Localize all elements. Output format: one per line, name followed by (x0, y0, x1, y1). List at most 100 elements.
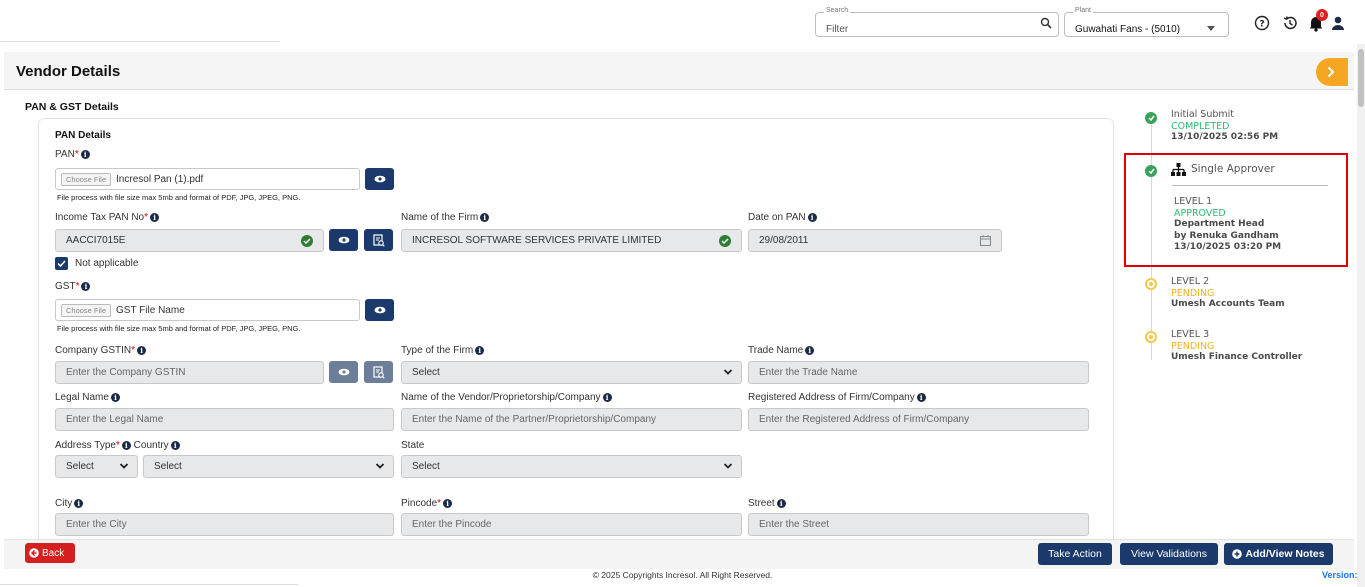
step-date: 13/10/2025 02:56 PM (1171, 132, 1279, 142)
info-icon[interactable]: i (807, 212, 817, 222)
info-icon[interactable]: i (475, 345, 485, 355)
user-icon[interactable] (1328, 13, 1348, 33)
date-on-pan-label-text: Date on PAN (748, 212, 806, 223)
chevron-down-icon (119, 463, 129, 469)
legal-name-input[interactable]: Enter the Legal Name (55, 408, 394, 431)
info-icon[interactable]: i (916, 392, 926, 402)
vendor-name-input[interactable]: Enter the Name of the Partner/Proprietor… (401, 408, 742, 431)
pincode-input[interactable]: Enter the Pincode (401, 513, 742, 536)
document-search-icon (372, 233, 385, 247)
step-status: PENDING (1171, 287, 1215, 299)
notification-badge: 0 (1316, 9, 1328, 21)
info-icon[interactable]: i (110, 392, 120, 402)
reg-address-input[interactable]: Enter the Registered Address of Firm/Com… (748, 408, 1089, 431)
org-chart-icon (1171, 163, 1186, 180)
gstin-label-text: Company GSTIN (55, 345, 132, 356)
step-level: LEVEL 3 (1171, 329, 1210, 340)
info-icon[interactable]: i (805, 345, 815, 355)
info-icon[interactable]: i (137, 345, 147, 355)
pending-circle-icon (1145, 278, 1157, 290)
date-on-pan-value: 29/08/2011 (759, 235, 809, 246)
notification-count: 0 (1320, 11, 1324, 19)
step-status: PENDING (1171, 340, 1215, 352)
view-pan-button[interactable] (365, 168, 394, 190)
info-icon[interactable]: i (80, 149, 90, 159)
search-icon[interactable] (1040, 17, 1052, 32)
info-icon[interactable]: i (443, 498, 453, 508)
history-icon[interactable] (1280, 13, 1300, 33)
state-value: Select (412, 461, 440, 472)
step-date: 13/10/2025 03:20 PM (1174, 242, 1282, 252)
pan-details-title: PAN Details (55, 130, 111, 141)
income-tax-pan-input[interactable]: AACCI7015E (55, 229, 324, 252)
step-role: Department Head (1174, 219, 1265, 229)
verify-gstin-button[interactable] (364, 361, 393, 383)
step-title: Initial Submit (1171, 109, 1235, 120)
view-income-tax-button[interactable] (329, 229, 358, 251)
page-header (4, 52, 1354, 90)
info-icon[interactable]: i (480, 212, 490, 222)
search-input[interactable]: Search Filter (815, 7, 1059, 37)
timeline-step-level2: LEVEL 2 PENDING Umesh Accounts Team (1171, 276, 1285, 311)
info-icon[interactable]: i (170, 440, 180, 450)
footer-copyright: © 2025 Copyrights Incresol. All Right Re… (592, 570, 773, 580)
search-placeholder: Filter (826, 24, 849, 35)
pan-label: PAN* i (55, 149, 90, 160)
pan-label-text: PAN (55, 149, 75, 160)
step-level: LEVEL 2 (1171, 276, 1210, 287)
city-placeholder: Enter the City (66, 519, 127, 530)
choose-file-button[interactable]: Choose File (61, 172, 112, 186)
address-type-label-text: Address Type (55, 440, 116, 451)
back-button[interactable]: Back (25, 543, 75, 563)
step-status: APPROVED (1174, 207, 1226, 219)
address-type-select[interactable]: Select (55, 455, 138, 478)
verified-check-icon (301, 235, 313, 247)
date-on-pan-label: Date on PAN i (748, 212, 817, 223)
eye-icon (338, 236, 349, 244)
gst-file-hint: File process with file size max 5mb and … (57, 324, 301, 333)
info-icon[interactable]: i (150, 212, 160, 222)
info-icon[interactable]: i (776, 498, 786, 508)
info-icon[interactable]: i (602, 392, 612, 402)
gst-file-input[interactable]: Choose File GST File Name (55, 299, 360, 321)
country-select[interactable]: Select (143, 455, 394, 478)
calendar-icon[interactable] (980, 235, 991, 249)
trade-name-label-text: Trade Name (748, 345, 804, 356)
firm-name-input[interactable]: INCRESOL SOFTWARE SERVICES PRIVATE LIMIT… (401, 229, 742, 252)
check-circle-icon (1145, 112, 1157, 124)
not-applicable-checkbox[interactable] (55, 257, 68, 270)
plant-legend: Plant (1073, 7, 1093, 14)
firm-type-select[interactable]: Select (401, 361, 742, 384)
expand-panel-button[interactable] (1316, 58, 1348, 86)
vertical-scrollbar[interactable] (1357, 44, 1365, 587)
plant-value: Guwahati Fans - (5010) (1075, 24, 1181, 35)
trade-name-input[interactable]: Enter the Trade Name (748, 361, 1089, 384)
view-gstin-button[interactable] (329, 361, 358, 383)
take-action-button[interactable]: Take Action (1038, 543, 1112, 565)
step-level: LEVEL 1 (1174, 196, 1213, 207)
scrollbar-thumb[interactable] (1358, 49, 1364, 107)
date-on-pan-input[interactable]: 29/08/2011 (748, 229, 1002, 252)
state-select[interactable]: Select (401, 455, 742, 478)
add-view-notes-button[interactable]: Add/View Notes (1224, 543, 1333, 565)
city-input[interactable]: Enter the City (55, 513, 394, 536)
city-label: City i (55, 498, 84, 509)
street-input[interactable]: Enter the Street (748, 513, 1089, 536)
verify-income-tax-button[interactable] (364, 229, 393, 251)
pan-file-input[interactable]: Choose File Incresol Pan (1).pdf (55, 168, 360, 190)
choose-file-button[interactable]: Choose File (61, 303, 112, 317)
street-label: Street i (748, 498, 786, 509)
view-validations-button[interactable]: View Validations (1120, 543, 1218, 565)
plant-select[interactable]: Plant Guwahati Fans - (5010) (1064, 7, 1229, 37)
view-gst-button[interactable] (365, 299, 394, 321)
info-icon[interactable]: i (121, 440, 131, 450)
gstin-input[interactable]: Enter the Company GSTIN (55, 361, 324, 384)
legal-name-label: Legal Name i (55, 392, 120, 403)
pincode-label: Pincode* i (401, 498, 453, 509)
info-icon[interactable]: i (81, 281, 91, 291)
help-icon[interactable]: ? (1252, 13, 1272, 33)
info-icon[interactable]: i (74, 498, 84, 508)
search-legend: Search (824, 7, 851, 14)
vendor-name-placeholder: Enter the Name of the Partner/Proprietor… (412, 414, 657, 425)
section-title: PAN & GST Details (25, 101, 119, 113)
